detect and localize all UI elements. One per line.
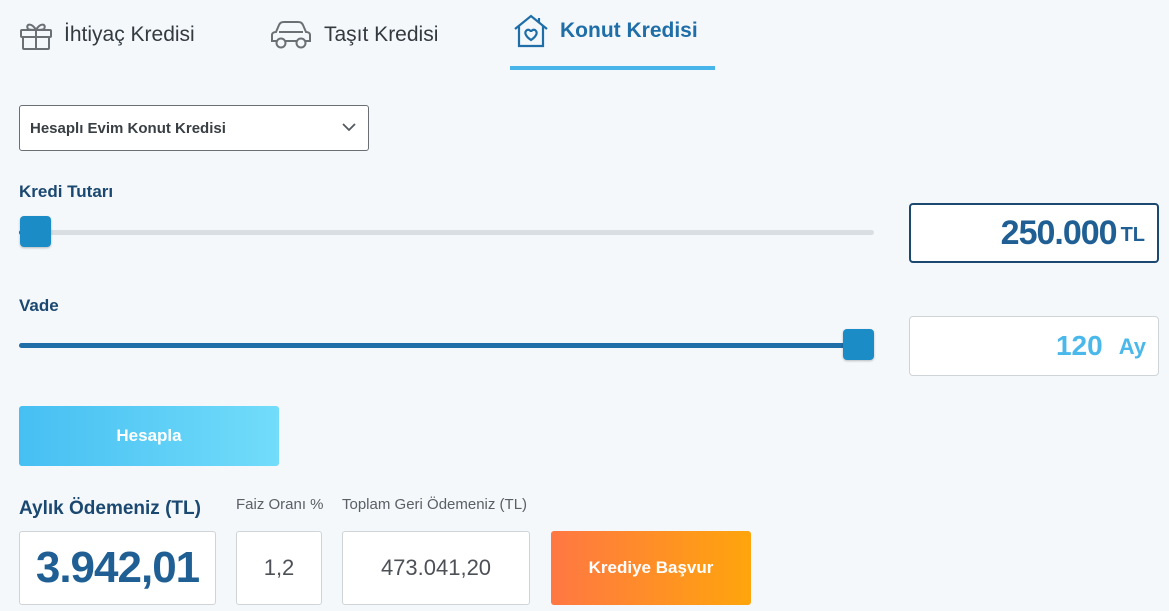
gift-icon bbox=[18, 20, 54, 50]
interest-rate-value: 1,2 bbox=[263, 555, 295, 580]
chevron-down-icon bbox=[342, 119, 356, 137]
active-tab-underline bbox=[510, 66, 715, 70]
amount-slider-track[interactable] bbox=[19, 230, 874, 235]
tab-konut-kredisi[interactable]: Konut Kredisi bbox=[510, 0, 715, 70]
monthly-payment-value: 3.942,01 bbox=[35, 543, 200, 592]
term-slider-fill bbox=[19, 343, 874, 348]
home-heart-icon bbox=[512, 14, 550, 49]
total-payment-box: 473.041,20 bbox=[342, 531, 530, 605]
interest-rate-label: Faiz Oranı % bbox=[236, 496, 324, 513]
amount-slider-thumb[interactable] bbox=[20, 216, 51, 247]
amount-value-box[interactable]: 250.000 TL bbox=[909, 203, 1159, 263]
monthly-payment-box: 3.942,01 bbox=[19, 531, 216, 605]
tab-label: İhtiyaç Kredisi bbox=[64, 23, 195, 46]
tab-label: Konut Kredisi bbox=[560, 19, 698, 42]
loan-calculator: İhtiyaç Kredisi Taşıt Kredisi Konut Kred… bbox=[0, 0, 1169, 611]
amount-unit: TL bbox=[1120, 223, 1145, 246]
loan-product-select[interactable]: Hesaplı Evim Konut Kredisi bbox=[19, 105, 369, 151]
interest-rate-box: 1,2 bbox=[236, 531, 322, 605]
loan-type-tabs: İhtiyaç Kredisi Taşıt Kredisi Konut Kred… bbox=[0, 0, 1169, 72]
term-unit: Ay bbox=[1118, 334, 1146, 359]
calculate-button[interactable]: Hesapla bbox=[19, 406, 279, 466]
apply-for-loan-button[interactable]: Krediye Başvur bbox=[551, 531, 751, 605]
car-icon bbox=[268, 19, 314, 51]
total-payment-value: 473.041,20 bbox=[380, 555, 492, 580]
term-value-box[interactable]: 120 Ay bbox=[909, 316, 1159, 376]
amount-label: Kredi Tutarı bbox=[19, 182, 114, 201]
term-slider-thumb[interactable] bbox=[843, 329, 874, 360]
tab-tasit-kredisi[interactable]: Taşıt Kredisi bbox=[268, 0, 438, 70]
total-payment-label: Toplam Geri Ödemeniz (TL) bbox=[342, 496, 528, 513]
term-label: Vade bbox=[19, 296, 59, 315]
tab-label: Taşıt Kredisi bbox=[324, 23, 439, 46]
term-value: 120 bbox=[1055, 330, 1103, 361]
select-value: Hesaplı Evim Konut Kredisi bbox=[30, 119, 226, 137]
amount-value: 250.000 bbox=[1000, 213, 1118, 252]
monthly-payment-label: Aylık Ödemeniz (TL) bbox=[19, 498, 201, 519]
term-slider-track[interactable] bbox=[19, 343, 874, 348]
tab-ihtiyac-kredisi[interactable]: İhtiyaç Kredisi bbox=[18, 0, 195, 70]
